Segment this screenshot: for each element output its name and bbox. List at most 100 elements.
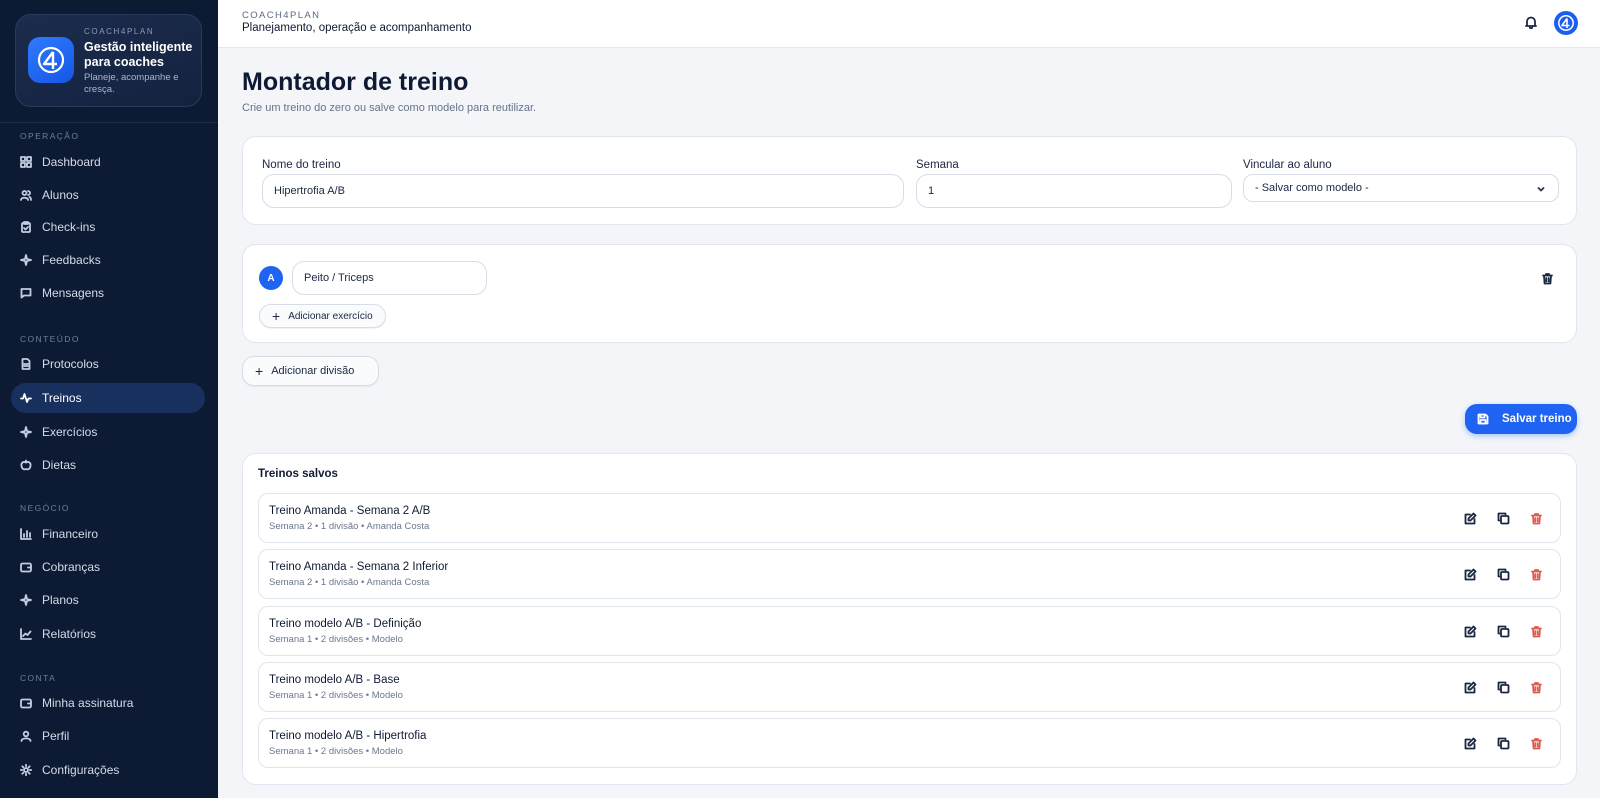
add-exercise-button[interactable]: + Adicionar exercício (259, 304, 386, 328)
edit-icon[interactable] (1464, 568, 1478, 582)
brand-logo-icon (28, 37, 74, 83)
trash-icon[interactable] (1530, 681, 1544, 695)
sidebar-item-label: Financeiro (42, 527, 99, 541)
student-select[interactable]: - Salvar como modelo - (1243, 174, 1559, 202)
gear-icon (20, 764, 32, 776)
sidebar-item-label: Relatórios (42, 627, 97, 641)
list-item[interactable]: Treino modelo A/B - Hipertrofia Semana 1… (258, 718, 1561, 768)
sidebar-item-treinos[interactable]: Treinos (11, 383, 205, 413)
save-icon (1477, 413, 1490, 426)
form-card: Nome do treino Hipertrofia A/B Semana 1 … (242, 136, 1577, 225)
page-subtitle: Crie um treino do zero ou salve como mod… (242, 102, 537, 114)
division-letter-badge: A (259, 266, 283, 290)
sidebar-item-check-ins[interactable]: Check-ins (11, 212, 205, 242)
brand-subtitle: Planeje, acompanhe e cresça. (84, 72, 179, 95)
edit-icon[interactable] (1464, 737, 1478, 751)
apple-icon (20, 459, 32, 471)
duplicate-icon[interactable] (1497, 568, 1511, 582)
sparkle-icon (20, 426, 32, 438)
plus-icon: + (255, 363, 264, 379)
brand-title: Gestão inteligente para coaches (84, 40, 193, 69)
training-name-input[interactable]: Hipertrofia A/B (262, 174, 904, 208)
page-title: Montador de treino (242, 68, 469, 96)
save-training-button[interactable]: Salvar treino (1465, 404, 1577, 434)
duplicate-icon[interactable] (1497, 681, 1511, 695)
sidebar-item-label: Planos (42, 593, 79, 607)
edit-icon[interactable] (1464, 681, 1478, 695)
training-name: Treino modelo A/B - Definição (269, 618, 422, 630)
edit-icon[interactable] (1464, 625, 1478, 639)
user-icon (20, 730, 32, 742)
topbar-title: Planejamento, operação e acompanhamento (242, 22, 472, 34)
week-input[interactable]: 1 (916, 174, 1232, 208)
brand-kicker: COACH4PLAN (84, 27, 155, 36)
duplicate-icon[interactable] (1497, 625, 1511, 639)
trash-icon[interactable] (1530, 737, 1544, 751)
sidebar-item-dietas[interactable]: Dietas (11, 450, 205, 480)
sidebar-item-alunos[interactable]: Alunos (11, 180, 205, 210)
training-meta: Semana 1 • 2 divisões • Modelo (269, 690, 403, 701)
list-item[interactable]: Treino Amanda - Semana 2 A/B Semana 2 • … (258, 493, 1561, 543)
section-label-negocio: NEGÓCIO (20, 503, 70, 513)
wallet-icon (20, 561, 32, 573)
training-name: Treino Amanda - Semana 2 A/B (269, 505, 431, 517)
sidebar-item-configuracoes[interactable]: Configurações (11, 755, 205, 785)
edit-icon[interactable] (1464, 512, 1478, 526)
student-label: Vincular ao aluno (1243, 159, 1332, 171)
week-label: Semana (916, 159, 959, 171)
sidebar-item-label: Mensagens (42, 286, 105, 300)
trash-icon[interactable] (1530, 512, 1544, 526)
chat-icon (20, 287, 32, 299)
sidebar-item-label: Configurações (42, 763, 120, 777)
sidebar-item-financeiro[interactable]: Financeiro (11, 519, 205, 549)
sidebar-item-label: Dietas (42, 458, 77, 472)
sidebar-item-minha-assinatura[interactable]: Minha assinatura (11, 688, 205, 718)
trash-icon[interactable] (1541, 272, 1555, 286)
list-item[interactable]: Treino modelo A/B - Definição Semana 1 •… (258, 606, 1561, 656)
topbar: COACH4PLAN Planejamento, operação e acom… (218, 0, 1600, 48)
activity-icon (20, 392, 32, 404)
division-card: A Peito / Triceps + Adicionar exercício (242, 244, 1577, 343)
add-division-button[interactable]: + Adicionar divisão (242, 356, 379, 386)
list-item[interactable]: Treino modelo A/B - Base Semana 1 • 2 di… (258, 662, 1561, 712)
section-label-conteudo: CONTEÚDO (20, 334, 80, 344)
sidebar-item-planos[interactable]: Planos (11, 585, 205, 615)
sidebar-item-label: Minha assinatura (42, 696, 134, 710)
sidebar-item-label: Feedbacks (42, 253, 101, 267)
avatar[interactable] (1554, 11, 1578, 35)
sidebar-item-dashboard[interactable]: Dashboard (11, 147, 205, 177)
trash-icon[interactable] (1530, 625, 1544, 639)
sidebar-item-perfil[interactable]: Perfil (11, 721, 205, 751)
division-name-input[interactable]: Peito / Triceps (292, 261, 487, 295)
training-meta: Semana 2 • 1 divisão • Amanda Costa (269, 521, 430, 532)
sidebar-item-feedbacks[interactable]: Feedbacks (11, 245, 205, 275)
duplicate-icon[interactable] (1497, 512, 1511, 526)
name-label: Nome do treino (262, 159, 341, 171)
wallet-icon (20, 697, 32, 709)
duplicate-icon[interactable] (1497, 737, 1511, 751)
sparkle-icon (20, 254, 32, 266)
add-exercise-label: Adicionar exercício (288, 310, 373, 322)
sidebar-item-relatorios[interactable]: Relatórios (11, 619, 205, 649)
trash-icon[interactable] (1530, 568, 1544, 582)
student-select-value: - Salvar como modelo - (1255, 182, 1369, 194)
training-name: Treino Amanda - Semana 2 Inferior (269, 561, 449, 573)
sidebar-divider (0, 122, 218, 123)
sidebar-item-label: Perfil (42, 729, 70, 743)
sidebar-item-cobrancas[interactable]: Cobranças (11, 552, 205, 582)
section-label-conta: CONTA (20, 673, 57, 683)
sidebar-item-exercicios[interactable]: Exercícios (11, 417, 205, 447)
bell-icon[interactable] (1524, 15, 1540, 31)
line-chart-icon (20, 628, 32, 640)
save-training-label: Salvar treino (1502, 413, 1572, 425)
list-item[interactable]: Treino Amanda - Semana 2 Inferior Semana… (258, 549, 1561, 599)
bar-chart-icon (20, 528, 32, 540)
document-icon (20, 358, 32, 370)
sidebar: COACH4PLAN Gestão inteligente para coach… (0, 0, 218, 798)
training-name: Treino modelo A/B - Base (269, 674, 400, 686)
sidebar-item-label: Check-ins (42, 220, 96, 234)
sidebar-item-protocolos[interactable]: Protocolos (11, 349, 205, 379)
topbar-kicker: COACH4PLAN (242, 10, 321, 21)
sidebar-item-mensagens[interactable]: Mensagens (11, 278, 205, 308)
clipboard-check-icon (20, 221, 32, 233)
